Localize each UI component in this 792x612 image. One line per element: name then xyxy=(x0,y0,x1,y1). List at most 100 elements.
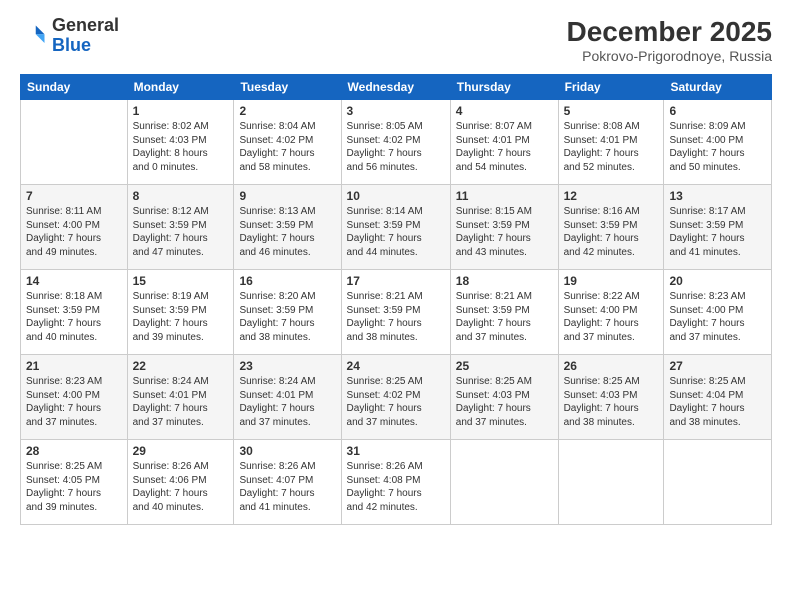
location: Pokrovo-Prigorodnoye, Russia xyxy=(567,48,772,64)
day-number: 27 xyxy=(669,359,766,373)
day-number: 4 xyxy=(456,104,553,118)
calendar-cell: 21Sunrise: 8:23 AM Sunset: 4:00 PM Dayli… xyxy=(21,355,128,440)
calendar-cell: 31 Sunrise: 8:26 AM Sunset: 4:08 PM Dayli… xyxy=(341,440,450,525)
day-info: Sunrise: 8:15 AM Sunset: 3:59 PM Dayligh… xyxy=(456,205,553,259)
day-number: 15 xyxy=(133,274,229,288)
day-info: Sunrise: 8:05 AM Sunset: 4:02 PM Dayligh… xyxy=(347,120,445,174)
day-number: 12 xyxy=(564,189,659,203)
day-number: 3 xyxy=(347,104,445,118)
col-monday: Monday xyxy=(127,75,234,100)
day-info: Sunrise: 8:25 AM Sunset: 4:05 PM Dayligh… xyxy=(26,460,122,514)
day-number: 17 xyxy=(347,274,445,288)
calendar-cell: 27Sunrise: 8:25 AM Sunset: 4:04 PM Dayli… xyxy=(664,355,772,440)
day-info: Sunrise: 8:24 AM Sunset: 4:01 PM Dayligh… xyxy=(133,375,229,429)
day-number: 26 xyxy=(564,359,659,373)
header: General Blue December 2025 Pokrovo-Prigo… xyxy=(20,16,772,64)
day-info: Sunrise: 8:21 AM Sunset: 3:59 PM Dayligh… xyxy=(456,290,553,344)
calendar-cell: 6Sunrise: 8:09 AM Sunset: 4:00 PM Daylig… xyxy=(664,100,772,185)
day-info: Sunrise: 8:21 AM Sunset: 3:59 PM Dayligh… xyxy=(347,290,445,344)
day-info: Sunrise: 8:07 AM Sunset: 4:01 PM Dayligh… xyxy=(456,120,553,174)
day-info: Sunrise: 8:16 AM Sunset: 3:59 PM Dayligh… xyxy=(564,205,659,259)
calendar-cell: 20 Sunrise: 8:23 AM Sunset: 4:00 PM Dayli… xyxy=(664,270,772,355)
col-tuesday: Tuesday xyxy=(234,75,341,100)
day-number: 30 xyxy=(239,444,335,458)
calendar-week-5: 28 Sunrise: 8:25 AM Sunset: 4:05 PM Dayli… xyxy=(21,440,772,525)
col-thursday: Thursday xyxy=(450,75,558,100)
day-info: Sunrise: 8:17 AM Sunset: 3:59 PM Dayligh… xyxy=(669,205,766,259)
calendar-cell: 14 Sunrise: 8:18 AM Sunset: 3:59 PM Dayli… xyxy=(21,270,128,355)
calendar-cell: 23Sunrise: 8:24 AM Sunset: 4:01 PM Dayli… xyxy=(234,355,341,440)
calendar-cell xyxy=(558,440,664,525)
calendar-cell: 24 Sunrise: 8:25 AM Sunset: 4:02 PM Dayli… xyxy=(341,355,450,440)
day-number: 14 xyxy=(26,274,122,288)
calendar-cell: 3 Sunrise: 8:05 AM Sunset: 4:02 PM Daylig… xyxy=(341,100,450,185)
calendar-week-1: 1 Sunrise: 8:02 AM Sunset: 4:03 PM Daylig… xyxy=(21,100,772,185)
day-number: 13 xyxy=(669,189,766,203)
day-number: 28 xyxy=(26,444,122,458)
calendar-cell: 9 Sunrise: 8:13 AM Sunset: 3:59 PM Daylig… xyxy=(234,185,341,270)
day-info: Sunrise: 8:11 AM Sunset: 4:00 PM Dayligh… xyxy=(26,205,122,259)
day-number: 9 xyxy=(239,189,335,203)
day-info: Sunrise: 8:08 AM Sunset: 4:01 PM Dayligh… xyxy=(564,120,659,174)
day-info: Sunrise: 8:26 AM Sunset: 4:06 PM Dayligh… xyxy=(133,460,229,514)
calendar-cell: 11 Sunrise: 8:15 AM Sunset: 3:59 PM Dayli… xyxy=(450,185,558,270)
calendar-week-3: 14 Sunrise: 8:18 AM Sunset: 3:59 PM Dayli… xyxy=(21,270,772,355)
calendar-cell: 22 Sunrise: 8:24 AM Sunset: 4:01 PM Dayli… xyxy=(127,355,234,440)
day-info: Sunrise: 8:02 AM Sunset: 4:03 PM Dayligh… xyxy=(133,120,229,174)
page: General Blue December 2025 Pokrovo-Prigo… xyxy=(0,0,792,612)
calendar-cell: 18 Sunrise: 8:21 AM Sunset: 3:59 PM Dayli… xyxy=(450,270,558,355)
col-friday: Friday xyxy=(558,75,664,100)
day-info: Sunrise: 8:22 AM Sunset: 4:00 PM Dayligh… xyxy=(564,290,659,344)
day-info: Sunrise: 8:18 AM Sunset: 3:59 PM Dayligh… xyxy=(26,290,122,344)
calendar-cell xyxy=(450,440,558,525)
calendar-cell xyxy=(664,440,772,525)
day-number: 20 xyxy=(669,274,766,288)
calendar: Sunday Monday Tuesday Wednesday Thursday… xyxy=(20,74,772,525)
day-number: 25 xyxy=(456,359,553,373)
day-number: 11 xyxy=(456,189,553,203)
calendar-cell: 1 Sunrise: 8:02 AM Sunset: 4:03 PM Daylig… xyxy=(127,100,234,185)
day-info: Sunrise: 8:19 AM Sunset: 3:59 PM Dayligh… xyxy=(133,290,229,344)
logo-general: General xyxy=(52,15,119,35)
header-row: Sunday Monday Tuesday Wednesday Thursday… xyxy=(21,75,772,100)
calendar-cell: 28 Sunrise: 8:25 AM Sunset: 4:05 PM Dayli… xyxy=(21,440,128,525)
calendar-cell: 2Sunrise: 8:04 AM Sunset: 4:02 PM Daylig… xyxy=(234,100,341,185)
calendar-cell: 15 Sunrise: 8:19 AM Sunset: 3:59 PM Dayli… xyxy=(127,270,234,355)
day-number: 2 xyxy=(239,104,335,118)
calendar-header: Sunday Monday Tuesday Wednesday Thursday… xyxy=(21,75,772,100)
day-number: 18 xyxy=(456,274,553,288)
calendar-cell: 5Sunrise: 8:08 AM Sunset: 4:01 PM Daylig… xyxy=(558,100,664,185)
logo-text: General Blue xyxy=(52,16,119,56)
day-number: 31 xyxy=(347,444,445,458)
day-info: Sunrise: 8:14 AM Sunset: 3:59 PM Dayligh… xyxy=(347,205,445,259)
title-block: December 2025 Pokrovo-Prigorodnoye, Russ… xyxy=(567,16,772,64)
calendar-cell: 4 Sunrise: 8:07 AM Sunset: 4:01 PM Daylig… xyxy=(450,100,558,185)
calendar-week-2: 7Sunrise: 8:11 AM Sunset: 4:00 PM Daylig… xyxy=(21,185,772,270)
calendar-cell: 8Sunrise: 8:12 AM Sunset: 3:59 PM Daylig… xyxy=(127,185,234,270)
day-info: Sunrise: 8:23 AM Sunset: 4:00 PM Dayligh… xyxy=(669,290,766,344)
calendar-cell: 12 Sunrise: 8:16 AM Sunset: 3:59 PM Dayli… xyxy=(558,185,664,270)
calendar-cell: 25 Sunrise: 8:25 AM Sunset: 4:03 PM Dayli… xyxy=(450,355,558,440)
day-info: Sunrise: 8:26 AM Sunset: 4:08 PM Dayligh… xyxy=(347,460,445,514)
calendar-cell: 26Sunrise: 8:25 AM Sunset: 4:03 PM Dayli… xyxy=(558,355,664,440)
day-number: 23 xyxy=(239,359,335,373)
day-info: Sunrise: 8:25 AM Sunset: 4:02 PM Dayligh… xyxy=(347,375,445,429)
day-number: 8 xyxy=(133,189,229,203)
day-info: Sunrise: 8:26 AM Sunset: 4:07 PM Dayligh… xyxy=(239,460,335,514)
day-info: Sunrise: 8:23 AM Sunset: 4:00 PM Dayligh… xyxy=(26,375,122,429)
day-info: Sunrise: 8:13 AM Sunset: 3:59 PM Dayligh… xyxy=(239,205,335,259)
day-number: 24 xyxy=(347,359,445,373)
calendar-cell: 7Sunrise: 8:11 AM Sunset: 4:00 PM Daylig… xyxy=(21,185,128,270)
day-info: Sunrise: 8:25 AM Sunset: 4:03 PM Dayligh… xyxy=(456,375,553,429)
calendar-body: 1 Sunrise: 8:02 AM Sunset: 4:03 PM Daylig… xyxy=(21,100,772,525)
calendar-cell xyxy=(21,100,128,185)
logo-icon xyxy=(20,22,48,50)
day-info: Sunrise: 8:09 AM Sunset: 4:00 PM Dayligh… xyxy=(669,120,766,174)
month-title: December 2025 xyxy=(567,16,772,48)
calendar-week-4: 21Sunrise: 8:23 AM Sunset: 4:00 PM Dayli… xyxy=(21,355,772,440)
day-number: 22 xyxy=(133,359,229,373)
day-number: 1 xyxy=(133,104,229,118)
calendar-cell: 10Sunrise: 8:14 AM Sunset: 3:59 PM Dayli… xyxy=(341,185,450,270)
calendar-cell: 30 Sunrise: 8:26 AM Sunset: 4:07 PM Dayli… xyxy=(234,440,341,525)
col-saturday: Saturday xyxy=(664,75,772,100)
